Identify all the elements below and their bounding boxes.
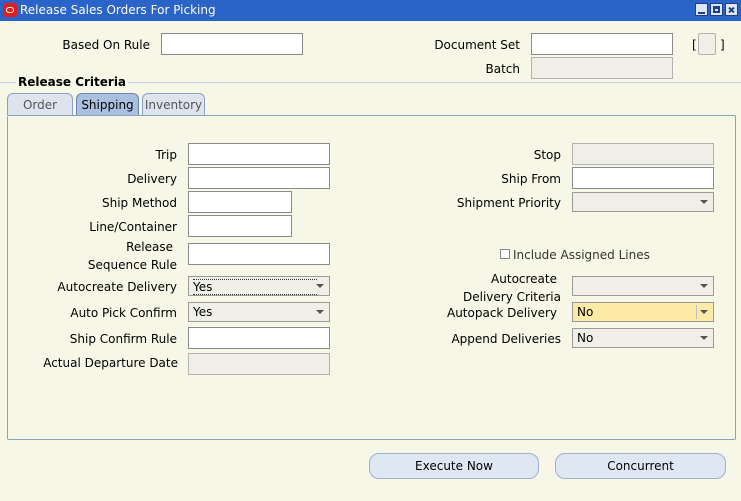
append-deliveries-label: Append Deliveries xyxy=(451,332,561,346)
chevron-down-icon xyxy=(700,284,708,288)
include-assigned-lines-label: Include Assigned Lines xyxy=(513,248,650,262)
concurrent-button[interactable]: Concurrent xyxy=(555,453,726,479)
shipment-priority-label: Shipment Priority xyxy=(456,196,561,210)
autocreate-delivery-select[interactable]: Yes xyxy=(188,276,330,296)
autopack-delivery-select[interactable]: No xyxy=(572,302,714,322)
descriptive-flexfield[interactable] xyxy=(698,33,716,55)
actual-departure-date-label: Actual Departure Date xyxy=(43,356,178,370)
window-title: Release Sales Orders For Picking xyxy=(20,3,216,17)
flex-bracket-left: [ xyxy=(692,38,697,52)
line-container-input[interactable] xyxy=(188,215,292,237)
based-on-rule-label: Based On Rule xyxy=(62,38,150,52)
actual-departure-date-field xyxy=(188,353,330,375)
window-titlebar: Release Sales Orders For Picking xyxy=(0,0,741,21)
include-assigned-lines-checkbox[interactable] xyxy=(500,249,510,259)
autocreate-delivery-criteria-select[interactable] xyxy=(572,276,714,296)
trip-input[interactable] xyxy=(188,143,330,165)
autocreate-delivery-label: Autocreate Delivery xyxy=(57,280,177,294)
ship-from-input[interactable] xyxy=(572,167,714,189)
close-icon[interactable] xyxy=(725,3,738,16)
autocreate-label: Autocreate xyxy=(491,272,557,286)
document-set-label: Document Set xyxy=(434,38,520,52)
based-on-rule-input[interactable] xyxy=(161,33,303,55)
sequence-rule-label: Sequence Rule xyxy=(87,258,177,272)
maximize-icon[interactable] xyxy=(710,3,723,16)
batch-field xyxy=(531,57,673,79)
flex-bracket-right: ] xyxy=(720,38,725,52)
minimize-icon[interactable] xyxy=(695,3,708,16)
auto-pick-confirm-label: Auto Pick Confirm xyxy=(70,306,177,320)
line-container-label: Line/Container xyxy=(89,220,177,234)
shipment-priority-select[interactable] xyxy=(572,192,714,212)
append-deliveries-select[interactable]: No xyxy=(572,328,714,348)
ship-from-label: Ship From xyxy=(501,172,561,186)
release-criteria-title: Release Criteria xyxy=(16,75,129,89)
release-sequence-rule-input[interactable] xyxy=(188,243,330,265)
tab-inventory[interactable]: Inventory xyxy=(142,93,205,115)
chevron-down-icon xyxy=(700,200,708,204)
oracle-logo-icon xyxy=(3,3,17,17)
stop-label: Stop xyxy=(533,148,561,162)
tab-order[interactable]: Order xyxy=(7,93,73,115)
document-set-input[interactable] xyxy=(531,33,673,55)
ship-method-label: Ship Method xyxy=(102,196,177,210)
ship-method-input[interactable] xyxy=(188,191,292,213)
delivery-input[interactable] xyxy=(188,167,330,189)
ship-confirm-rule-label: Ship Confirm Rule xyxy=(69,332,177,346)
chevron-down-icon xyxy=(316,284,324,288)
batch-label: Batch xyxy=(485,62,521,76)
auto-pick-confirm-select[interactable]: Yes xyxy=(188,302,330,322)
delivery-criteria-label: Delivery Criteria xyxy=(463,290,561,304)
execute-now-button[interactable]: Execute Now xyxy=(369,453,539,479)
chevron-down-icon xyxy=(700,336,708,340)
delivery-label: Delivery xyxy=(127,172,177,186)
trip-label: Trip xyxy=(155,148,177,162)
tab-shipping[interactable]: Shipping xyxy=(76,93,139,115)
autopack-delivery-label: Autopack Delivery xyxy=(446,306,557,320)
chevron-down-icon xyxy=(316,310,324,314)
release-label: Release xyxy=(126,240,173,254)
chevron-down-icon xyxy=(700,310,708,314)
ship-confirm-rule-input[interactable] xyxy=(188,327,330,349)
stop-field xyxy=(572,143,714,165)
